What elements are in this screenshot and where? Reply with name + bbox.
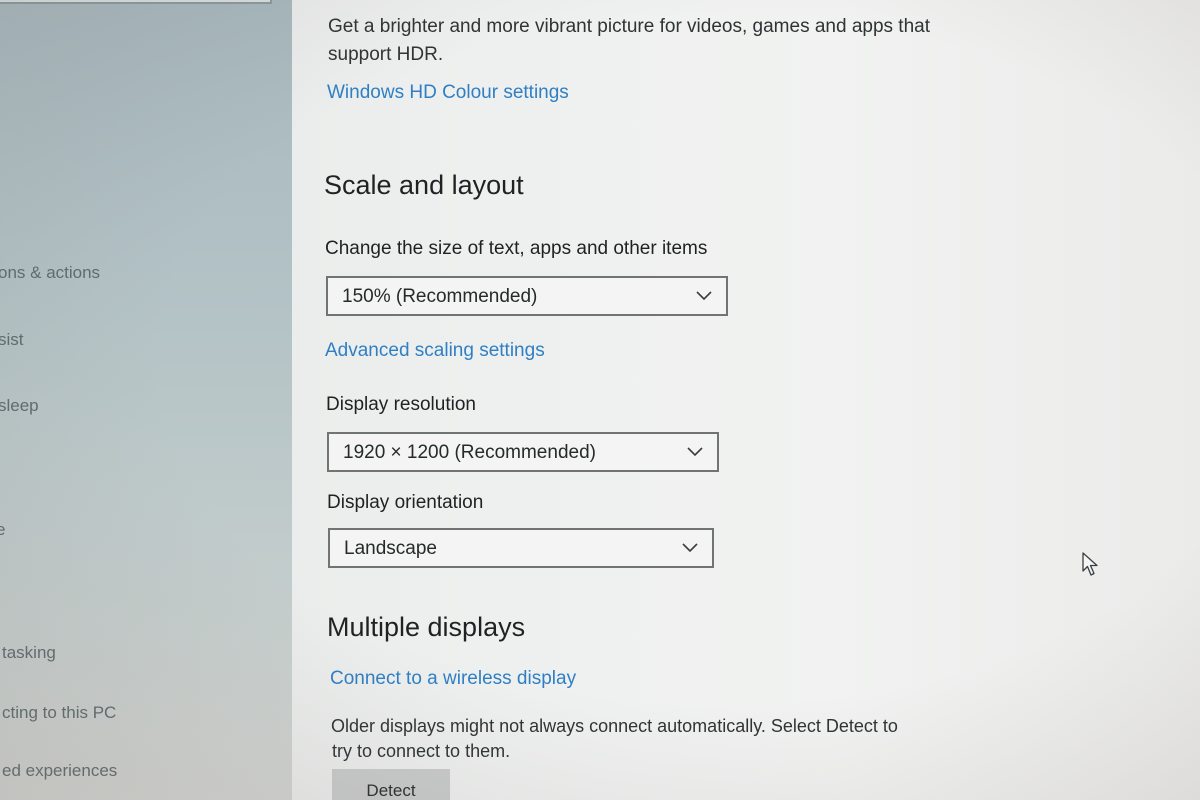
sidebar-item-label: sleep — [0, 396, 39, 415]
mouse-cursor-icon — [1082, 552, 1098, 576]
detect-button[interactable]: Detect — [332, 769, 450, 800]
multiple-displays-heading: Multiple displays — [327, 612, 526, 642]
search-input[interactable] — [0, 0, 272, 4]
sidebar-item-label: e — [0, 520, 6, 539]
hdr-description-line-1: Get a brighter and more vibrant picture … — [328, 16, 930, 37]
chevron-down-icon — [682, 543, 698, 553]
multiple-displays-note-line-2: try to connect to them. — [332, 741, 511, 761]
hdr-description-line-2: support HDR. — [328, 44, 444, 65]
display-resolution-value: 1920 × 1200 (Recommended) — [343, 442, 596, 463]
display-orientation-dropdown[interactable]: Landscape — [328, 528, 714, 568]
text-size-label: Change the size of text, apps and other … — [325, 238, 708, 259]
display-resolution-label: Display resolution — [326, 394, 476, 415]
sidebar-item-projecting-to-this-pc[interactable]: cting to this PC — [2, 703, 116, 723]
sidebar-item-shared-experiences[interactable]: ed experiences — [2, 761, 117, 781]
settings-window: ons & actions sist sleep e tasking cting… — [0, 0, 1200, 800]
display-orientation-label: Display orientation — [327, 492, 484, 513]
sidebar-item-focus-assist[interactable]: sist — [0, 330, 24, 350]
sidebar-item-notifications-actions[interactable]: ons & actions — [0, 263, 100, 283]
scale-layout-heading: Scale and layout — [324, 170, 524, 200]
text-size-dropdown[interactable]: 150% (Recommended) — [326, 276, 728, 316]
sidebar-item-label: sist — [0, 330, 24, 349]
chevron-down-icon — [687, 447, 703, 457]
sidebar-item-multitasking[interactable]: tasking — [2, 643, 56, 663]
display-resolution-dropdown[interactable]: 1920 × 1200 (Recommended) — [327, 432, 719, 472]
display-settings-content: Get a brighter and more vibrant picture … — [292, 0, 1200, 800]
sidebar: ons & actions sist sleep e tasking cting… — [0, 0, 292, 800]
sidebar-item-label: ons & actions — [0, 263, 101, 282]
multiple-displays-note-line-1: Older displays might not always connect … — [331, 716, 898, 736]
sidebar-item-power-sleep[interactable]: sleep — [0, 396, 39, 416]
sidebar-item-label: tasking — [2, 643, 56, 662]
advanced-scaling-settings-link[interactable]: Advanced scaling settings — [325, 340, 545, 362]
chevron-down-icon — [696, 291, 712, 301]
sidebar-item-label: ed experiences — [2, 761, 118, 780]
display-orientation-value: Landscape — [344, 538, 437, 559]
sidebar-item-storage[interactable]: e — [0, 520, 5, 540]
sidebar-item-label: cting to this PC — [2, 703, 117, 722]
text-size-value: 150% (Recommended) — [342, 286, 538, 307]
connect-wireless-display-link[interactable]: Connect to a wireless display — [330, 668, 576, 690]
windows-hd-colour-settings-link[interactable]: Windows HD Colour settings — [327, 82, 569, 104]
